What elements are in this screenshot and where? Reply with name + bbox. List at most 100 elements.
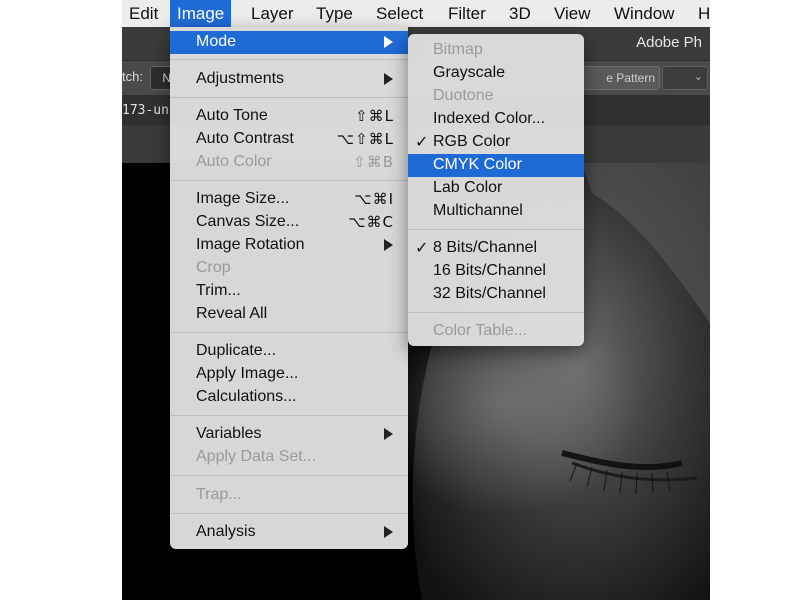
menu-item-label: Canvas Size...: [196, 213, 300, 230]
menu-item-duotone: Duotone: [408, 85, 584, 108]
menu-window[interactable]: Window: [614, 0, 674, 27]
image-menu: Mode Adjustments Auto Tone ⇧⌘L Auto Cont…: [170, 27, 408, 549]
menu-item-adjustments[interactable]: Adjustments: [170, 68, 408, 91]
menu-type[interactable]: Type: [316, 0, 353, 27]
menu-bar: Edit Image Layer Type Select Filter 3D V…: [122, 0, 710, 28]
menu-item-mode[interactable]: Mode: [170, 31, 408, 54]
menu-item-16-bits[interactable]: 16 Bits/Channel: [408, 260, 584, 283]
menu-item-trim[interactable]: Trim...: [170, 280, 408, 303]
menu-item-apply-image[interactable]: Apply Image...: [170, 363, 408, 386]
menu-item-label: Auto Color: [196, 153, 272, 170]
menu-item-auto-contrast[interactable]: Auto Contrast ⌥⇧⌘L: [170, 128, 408, 151]
menu-image[interactable]: Image: [170, 0, 232, 27]
menu-item-image-size[interactable]: Image Size... ⌥⌘I: [170, 188, 408, 211]
menu-item-label: CMYK Color: [433, 156, 522, 173]
menu-item-variables[interactable]: Variables: [170, 423, 408, 446]
menu-item-label: RGB Color: [433, 133, 511, 150]
menu-item-label: Calculations...: [196, 388, 297, 405]
menu-item-label: Reveal All: [196, 305, 268, 322]
checkmark-icon: ✓: [415, 134, 429, 151]
menu-layer[interactable]: Layer: [251, 0, 294, 27]
menu-view[interactable]: View: [554, 0, 591, 27]
menu-item-label: Bitmap: [433, 41, 483, 58]
patch-label: tch:: [122, 69, 143, 84]
menu-item-label: Image Rotation: [196, 236, 305, 253]
menu-item-label: Grayscale: [433, 64, 506, 81]
menu-item-apply-data-set: Apply Data Set...: [170, 446, 408, 469]
menu-help[interactable]: H: [698, 0, 710, 27]
menu-item-reveal-all[interactable]: Reveal All: [170, 303, 408, 326]
shortcut: ⌥⌘C: [348, 213, 394, 231]
menu-separator: [170, 180, 408, 181]
menu-item-label: Trap...: [196, 486, 242, 503]
menu-item-label: Auto Tone: [196, 107, 268, 124]
menu-item-label: Variables: [196, 425, 262, 442]
mode-submenu: Bitmap Grayscale Duotone Indexed Color..…: [408, 34, 584, 346]
menu-separator: [408, 312, 584, 313]
menu-item-grayscale[interactable]: Grayscale: [408, 62, 584, 85]
menu-item-auto-tone[interactable]: Auto Tone ⇧⌘L: [170, 105, 408, 128]
menu-item-label: Apply Data Set...: [196, 448, 317, 465]
menu-select[interactable]: Select: [376, 0, 423, 27]
menu-item-image-rotation[interactable]: Image Rotation: [170, 234, 408, 257]
menu-edit[interactable]: Edit: [129, 0, 158, 27]
menu-item-label: Mode: [196, 33, 237, 50]
menu-separator: [170, 97, 408, 98]
menu-item-label: Analysis: [196, 523, 256, 540]
shortcut: ⌥⇧⌘L: [336, 130, 394, 148]
submenu-arrow-icon: [384, 526, 393, 538]
shortcut: ⇧⌘B: [353, 153, 394, 171]
shortcut: ⌥⌘I: [354, 190, 394, 208]
menu-item-label: Auto Contrast: [196, 130, 294, 147]
menu-item-8-bits[interactable]: ✓ 8 Bits/Channel: [408, 237, 584, 260]
menu-item-trap: Trap...: [170, 484, 408, 507]
menu-item-multichannel[interactable]: Multichannel: [408, 200, 584, 223]
photoshop-window: Edit Image Layer Type Select Filter 3D V…: [122, 0, 710, 600]
menu-item-analysis[interactable]: Analysis: [170, 521, 408, 544]
menu-item-label: 8 Bits/Channel: [433, 239, 538, 256]
submenu-arrow-icon: [384, 428, 393, 440]
menu-item-label: Apply Image...: [196, 365, 299, 382]
menu-item-rgb-color[interactable]: ✓ RGB Color: [408, 131, 584, 154]
menu-item-label: Crop: [196, 259, 231, 276]
menu-item-label: Multichannel: [433, 202, 523, 219]
menu-item-label: 16 Bits/Channel: [433, 262, 546, 279]
chevron-down-icon: ⌄: [693, 71, 703, 83]
menu-item-label: Indexed Color...: [433, 110, 546, 127]
menu-item-indexed-color[interactable]: Indexed Color...: [408, 108, 584, 131]
menu-item-label: Duotone: [433, 87, 494, 104]
submenu-arrow-icon: [384, 239, 393, 251]
menu-item-duplicate[interactable]: Duplicate...: [170, 340, 408, 363]
menu-item-label: Duplicate...: [196, 342, 277, 359]
submenu-arrow-icon: [384, 36, 393, 48]
menu-item-lab-color[interactable]: Lab Color: [408, 177, 584, 200]
menu-separator: [170, 59, 408, 60]
app-title: Adobe Ph: [636, 34, 702, 51]
menu-item-32-bits[interactable]: 32 Bits/Channel: [408, 283, 584, 306]
patch-mode-select[interactable]: N: [150, 66, 172, 90]
menu-item-label: Image Size...: [196, 190, 290, 207]
menu-separator: [170, 475, 408, 476]
menu-item-canvas-size[interactable]: Canvas Size... ⌥⌘C: [170, 211, 408, 234]
menu-item-label: Color Table...: [433, 322, 527, 339]
checkmark-icon: ✓: [415, 240, 429, 257]
menu-item-label: 32 Bits/Channel: [433, 285, 546, 302]
document-tab[interactable]: 173-un: [122, 103, 169, 118]
menu-item-auto-color: Auto Color ⇧⌘B: [170, 151, 408, 174]
pattern-picker[interactable]: ⌄: [662, 66, 708, 90]
menu-item-label: Lab Color: [433, 179, 503, 196]
menu-separator: [170, 513, 408, 514]
menu-item-calculations[interactable]: Calculations...: [170, 386, 408, 409]
menu-item-label: Trim...: [196, 282, 241, 299]
menu-item-label: Adjustments: [196, 70, 285, 87]
menu-item-cmyk-color[interactable]: CMYK Color: [408, 154, 584, 177]
use-pattern-button[interactable]: e Pattern: [582, 66, 660, 90]
menu-item-bitmap: Bitmap: [408, 39, 584, 62]
menu-3d[interactable]: 3D: [509, 0, 531, 27]
menu-separator: [408, 229, 584, 230]
menu-filter[interactable]: Filter: [448, 0, 486, 27]
menu-item-crop: Crop: [170, 257, 408, 280]
menu-item-color-table: Color Table...: [408, 320, 584, 343]
shortcut: ⇧⌘L: [355, 107, 394, 125]
menu-separator: [170, 415, 408, 416]
